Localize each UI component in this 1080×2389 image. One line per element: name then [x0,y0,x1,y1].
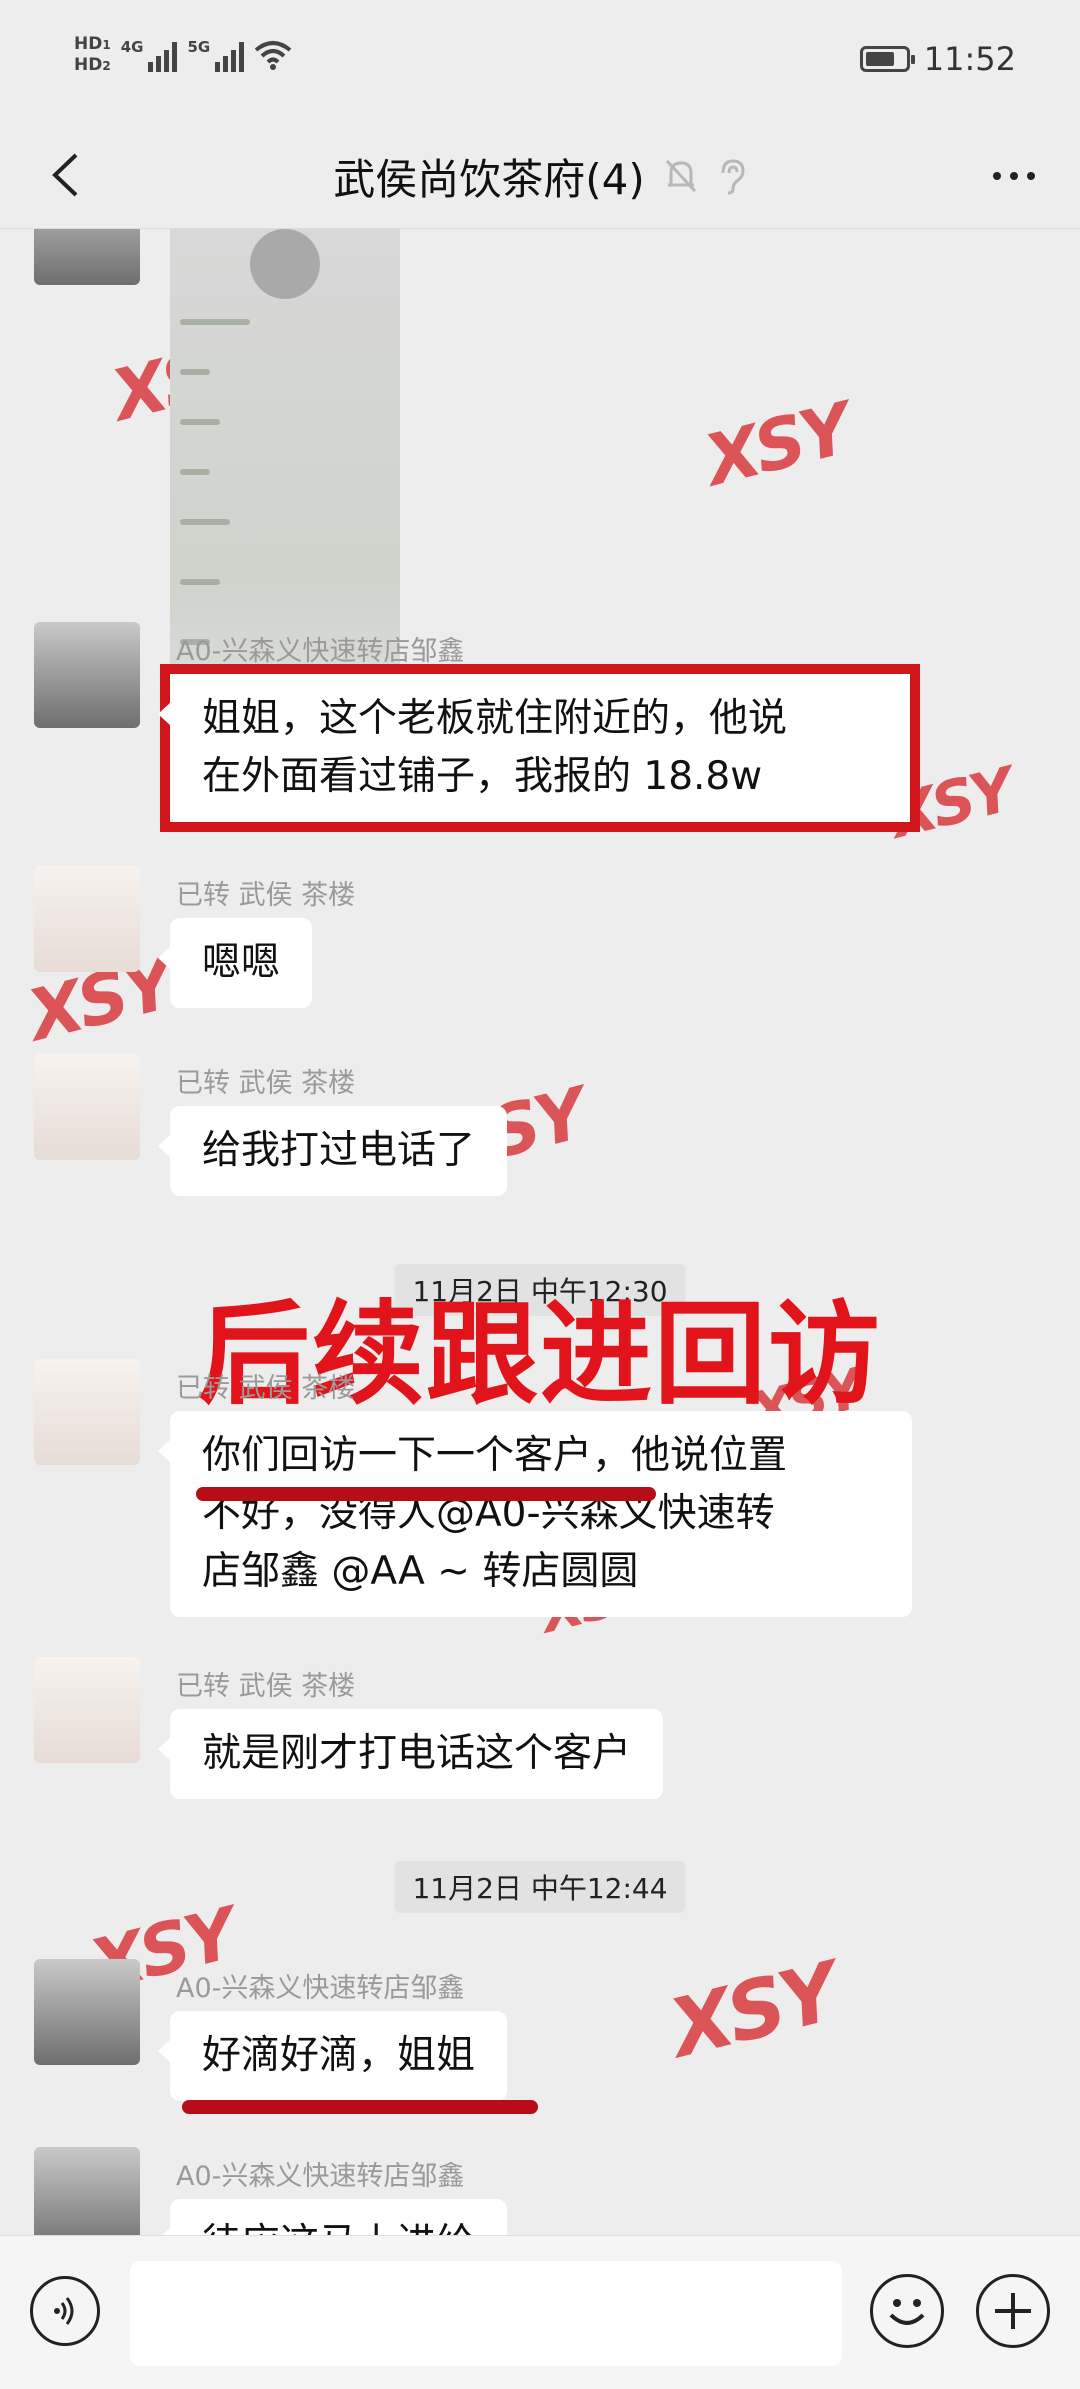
message-bubble[interactable]: 姐姐，这个老板就住附近的，他说 在外面看过铺子，我报的 18.8w [158,664,920,832]
net2-label: 5G [187,38,211,56]
hd2-label: HD [74,55,103,75]
input-bar [0,2235,1080,2389]
avatar[interactable] [34,1959,140,2065]
message-text: 给我打过电话了 [202,1128,476,1173]
message-text: 你们回访一下一个客户，他说位置 [202,1433,788,1478]
battery-fill [865,52,895,66]
message-text: 嗯嗯 [202,940,281,985]
status-time: 11:52 [923,40,1016,78]
avatar[interactable] [34,229,140,285]
emoji-button[interactable] [870,2274,944,2348]
sender-name: A0-兴森义快速转店邹鑫 [176,1973,465,2004]
message-bubble[interactable]: 就是刚才打电话这个客户 [157,1709,664,1799]
watermark-logo: XSY [661,1945,845,2076]
plus-icon [995,2293,1031,2329]
status-right: 11:52 [859,40,1016,78]
more-dot [993,172,1001,180]
message-text: 待应这马上进给 [202,2215,475,2235]
nav-title-wrap: 武侯尚饮茶府(4) [0,124,1080,228]
hd-indicator: HD1 HD2 [74,34,111,76]
net1-label: 4G [120,38,144,56]
avatar[interactable] [34,622,140,728]
image-content [250,229,320,299]
message-text: 就是刚才打电话这个客户 [202,1731,632,1776]
voice-button[interactable] [30,2276,100,2346]
avatar[interactable] [34,866,140,972]
sender-name: 已转 武侯 茶楼 [176,880,356,911]
status-left: HD1 HD2 4G 5G [74,34,292,76]
highlight-underline [196,1487,656,1501]
signal-5g-icon: 5G [187,38,245,72]
message-text: 店邹鑫 @AA ~ 转店圆圆 [202,1549,639,1594]
sender-name: A0-兴森义快速转店邹鑫 [176,2161,465,2192]
more-dot [1010,172,1018,180]
watermark-logo: XSY [697,387,856,503]
plus-button[interactable] [976,2274,1050,2348]
status-bar: HD1 HD2 4G 5G 11:52 [0,0,1080,124]
chat-title: 武侯尚饮茶府(4) [333,154,645,204]
sender-name: A0-兴森义快速转店邹鑫 [176,636,465,667]
message-bubble[interactable]: 待应这马上进给 [157,2199,508,2235]
message-input[interactable] [130,2261,842,2366]
bell-muted-icon [665,159,696,193]
battery-icon [859,46,915,72]
voice-icon [54,2297,74,2325]
avatar[interactable] [34,1359,140,1465]
sender-name: 已转 武侯 茶楼 [176,1671,356,1702]
emoji-icon [889,2299,925,2325]
hd1-label: HD [74,34,103,54]
highlight-underline [182,2100,538,2114]
signal-4g-icon: 4G [121,38,178,72]
avatar[interactable] [34,1054,140,1160]
sender-name: 已转 武侯 茶楼 [176,1373,356,1404]
hd1-sub: 1 [102,38,111,52]
timestamp: 11月2日 中午12:44 [394,1861,686,1913]
message-bubble[interactable]: 给我打过电话了 [157,1106,508,1196]
overlay-title: 后续跟进回访 [198,1290,882,1420]
message-bubble[interactable]: 嗯嗯 [157,918,313,1008]
message-bubble[interactable]: 好滴好滴，姐姐 [157,2011,508,2101]
more-button[interactable] [986,154,1042,198]
message-text: 好滴好滴，姐姐 [202,2033,476,2078]
more-dot [1027,172,1035,180]
chat-area[interactable]: XSY XSY XSY XSY XSY XSY XSY XSY XSY A0-兴… [0,229,1080,2235]
nav-bar: 武侯尚饮茶府(4) [0,124,1080,229]
message-text: 在外面看过铺子，我报的 18.8w [202,754,763,799]
message-bubble[interactable]: 你们回访一下一个客户，他说位置 不好，没得人@A0-兴森义快速转 店邹鑫 @AA… [158,1411,912,1617]
avatar[interactable] [34,1657,140,1763]
sender-name: 已转 武侯 茶楼 [176,1068,356,1099]
message-text: 姐姐，这个老板就住附近的，他说 [202,696,788,741]
ear-icon [721,159,745,195]
avatar[interactable] [34,2147,140,2235]
hd2-sub: 2 [102,59,111,73]
wifi-icon [254,41,292,70]
